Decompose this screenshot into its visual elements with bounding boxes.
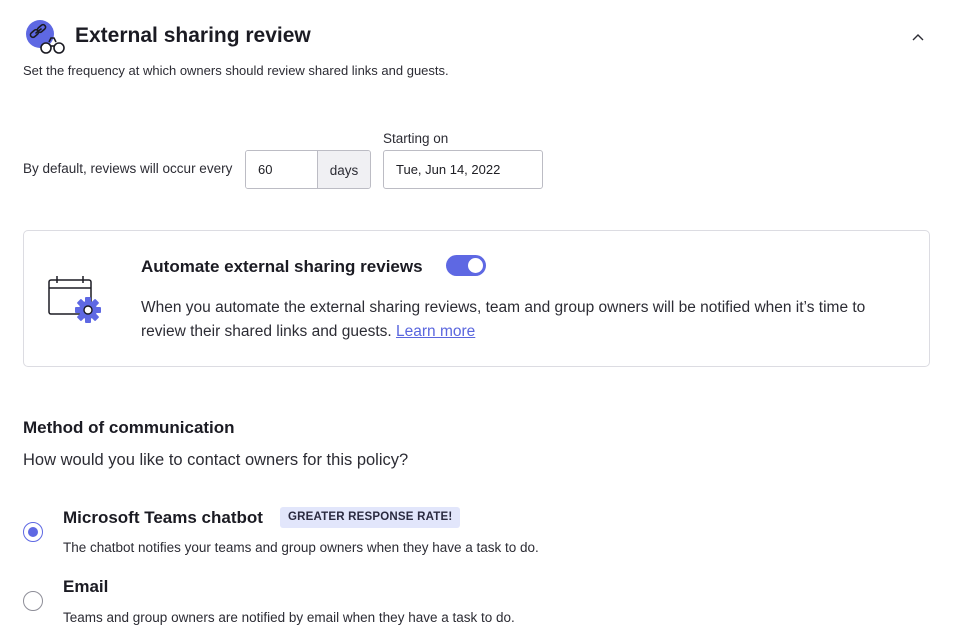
days-input-group: days xyxy=(245,150,371,189)
automate-toggle[interactable] xyxy=(446,255,486,276)
email-radio[interactable] xyxy=(23,591,43,611)
teams-chatbot-description: The chatbot notifies your teams and grou… xyxy=(63,540,539,555)
teams-chatbot-label[interactable]: Microsoft Teams chatbot xyxy=(63,508,263,528)
method-question: How would you like to contact owners for… xyxy=(23,451,409,469)
response-rate-badge: GREATER RESPONSE RATE! xyxy=(280,507,461,528)
start-date-label: Starting on xyxy=(383,131,449,146)
calendar-gear-icon xyxy=(47,274,105,326)
section-title: External sharing review xyxy=(75,24,311,47)
teams-chatbot-radio[interactable] xyxy=(23,522,43,542)
days-input[interactable] xyxy=(246,151,317,188)
method-title: Method of communication xyxy=(23,418,235,437)
email-label[interactable]: Email xyxy=(63,577,108,597)
frequency-label: By default, reviews will occur every xyxy=(23,161,233,176)
chevron-up-icon[interactable] xyxy=(906,26,930,48)
toggle-knob xyxy=(468,258,483,273)
learn-more-link[interactable]: Learn more xyxy=(396,323,475,340)
automate-title: Automate external sharing reviews xyxy=(141,257,423,276)
start-date-input[interactable] xyxy=(383,150,543,189)
section-subtitle: Set the frequency at which owners should… xyxy=(23,63,449,78)
automate-description: When you automate the external sharing r… xyxy=(141,296,881,344)
days-unit-label: days xyxy=(317,151,370,188)
automate-description-text: When you automate the external sharing r… xyxy=(141,299,866,340)
link-binoculars-icon xyxy=(24,18,68,58)
email-description: Teams and group owners are notified by e… xyxy=(63,610,515,625)
